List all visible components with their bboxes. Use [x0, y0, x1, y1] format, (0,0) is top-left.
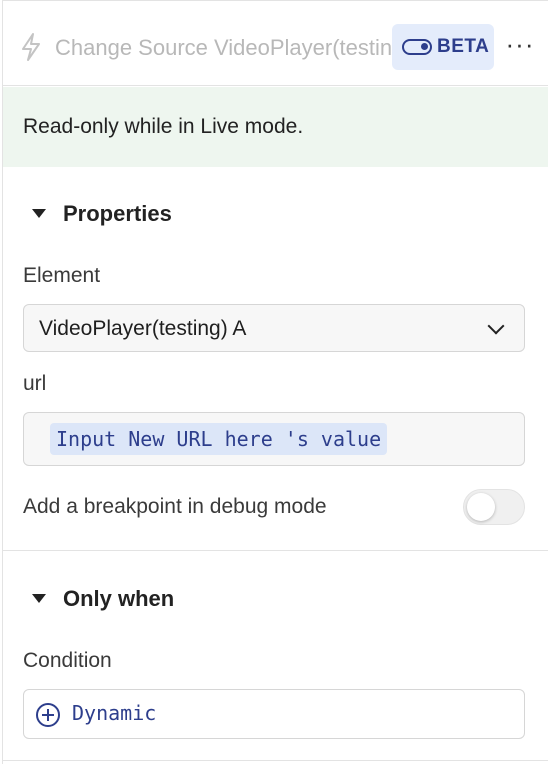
breakpoint-toggle[interactable]: [463, 489, 525, 525]
chevron-down-icon: [487, 317, 505, 335]
element-field-label: Element: [23, 264, 101, 287]
more-options-icon[interactable]: ···: [505, 31, 535, 61]
url-expression-input[interactable]: Input New URL here 's value: [23, 412, 525, 466]
toggle-icon: [402, 39, 432, 55]
properties-section-label: Properties: [63, 201, 172, 226]
beta-label: BETA: [437, 36, 490, 57]
element-select-value: VideoPlayer(testing) A: [39, 317, 247, 340]
dynamic-label: Dynamic: [72, 701, 157, 725]
url-field-label: url: [23, 372, 47, 395]
read-only-notice: Read-only while in Live mode.: [3, 87, 548, 167]
lightning-bolt-icon: [22, 33, 40, 61]
bottom-divider: [3, 760, 548, 761]
caret-down-icon: [32, 209, 46, 218]
action-title[interactable]: Change Source VideoPlayer(testing) A: [55, 33, 395, 63]
beta-toggle-button[interactable]: BETA: [392, 24, 494, 70]
plus-circle-icon: [36, 703, 60, 727]
condition-expression-input[interactable]: Dynamic: [23, 689, 525, 739]
breakpoint-label: Add a breakpoint in debug mode: [23, 495, 327, 518]
only-when-section-toggle[interactable]: Only when: [3, 582, 548, 622]
condition-field-label: Condition: [23, 649, 112, 672]
workflow-action-panel: Change Source VideoPlayer(testing) A BET…: [2, 0, 548, 764]
toggle-knob: [467, 493, 495, 521]
section-divider: [3, 550, 548, 551]
element-select[interactable]: VideoPlayer(testing) A: [23, 304, 525, 352]
caret-down-icon: [32, 594, 46, 603]
only-when-section-label: Only when: [63, 586, 175, 611]
notice-text: Read-only while in Live mode.: [23, 115, 304, 138]
url-dynamic-chip[interactable]: Input New URL here 's value: [50, 423, 388, 455]
properties-section-toggle[interactable]: Properties: [3, 197, 548, 237]
panel-header: Change Source VideoPlayer(testing) A BET…: [3, 0, 548, 86]
